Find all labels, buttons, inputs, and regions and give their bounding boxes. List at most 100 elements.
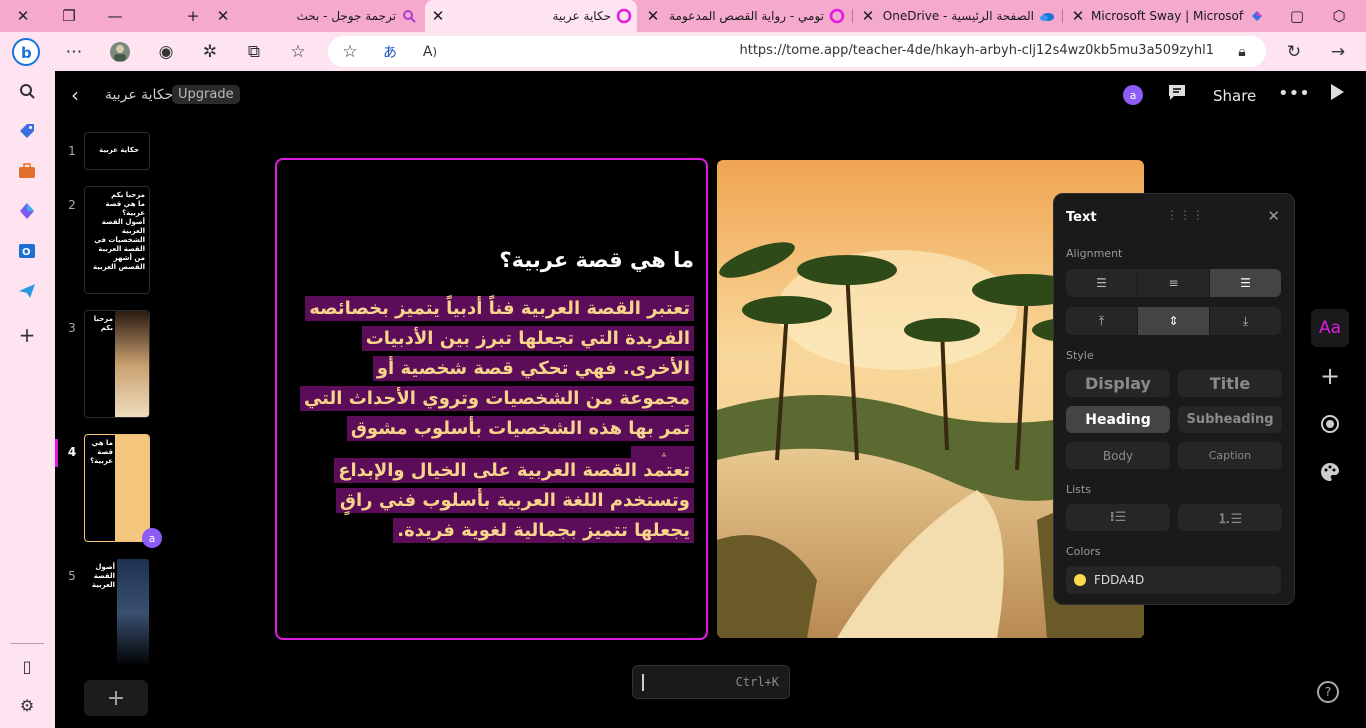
read-aloud-icon[interactable]: A) xyxy=(414,36,446,68)
style-title-button[interactable]: Title xyxy=(1178,370,1282,397)
minimize-window-icon[interactable]: — xyxy=(92,0,138,32)
style-body-button[interactable]: Body xyxy=(1066,442,1170,469)
settings-gear-icon[interactable]: ⚙ xyxy=(11,689,43,721)
sway-favicon-icon xyxy=(1244,8,1270,24)
forward-arrow-icon[interactable]: → xyxy=(1322,36,1354,68)
refresh-icon[interactable]: ↻ xyxy=(1278,36,1310,68)
tab-close-icon[interactable]: ✕ xyxy=(425,7,451,25)
text-style-tool-button[interactable]: Aa xyxy=(1311,309,1349,347)
search-favicon-icon xyxy=(396,9,422,23)
close-icon[interactable]: ✕ xyxy=(1267,207,1280,225)
help-icon[interactable]: ? xyxy=(1317,681,1339,703)
close-window-icon[interactable]: ✕ xyxy=(0,0,46,32)
align-middle-icon[interactable]: ⇕ xyxy=(1138,307,1210,335)
slide-thumbnail-3[interactable]: مرحبا بكم xyxy=(84,310,150,418)
profile-avatar-icon[interactable] xyxy=(104,36,136,68)
site-lock-icon[interactable]: 🔒︎ xyxy=(1226,36,1258,68)
thumbnail-text: أصول القصة العربية xyxy=(91,563,115,589)
style-display-button[interactable]: Display xyxy=(1066,370,1170,397)
more-menu-icon[interactable]: ••• xyxy=(1278,83,1310,104)
slide-number: 1 xyxy=(68,144,76,158)
avatar[interactable]: a xyxy=(1123,85,1143,105)
collections-icon[interactable]: ⧉ xyxy=(238,36,270,68)
align-top-icon[interactable]: ⤒ xyxy=(1066,307,1138,335)
send-icon[interactable] xyxy=(11,275,43,307)
share-button[interactable]: Share xyxy=(1213,87,1256,105)
tab-tome-storytelling[interactable]: ✕ تومي - رواية القصص المدعومة xyxy=(640,0,850,32)
browser-toolbar: b ⋯ ◉ ✲ ⧉ ☆ ☆ あ A) https://tome.app/teac… xyxy=(0,32,1366,71)
bullet-list-icon[interactable]: ⁝☰ xyxy=(1066,504,1170,531)
workspaces-icon[interactable]: ⬡ xyxy=(1316,0,1362,32)
back-chevron-icon[interactable]: ‹ xyxy=(71,83,79,107)
thumbnail-text: حكاية عربية xyxy=(99,146,139,154)
favorites-icon[interactable]: ☆ xyxy=(282,36,314,68)
tools-briefcase-icon[interactable] xyxy=(11,155,43,187)
extensions-icon[interactable]: ✲ xyxy=(194,36,226,68)
colors-label: Colors xyxy=(1066,545,1101,558)
play-presentation-icon[interactable] xyxy=(1329,83,1345,106)
style-caption-button[interactable]: Caption xyxy=(1178,442,1282,469)
alignment-label: Alignment xyxy=(1066,247,1123,260)
tab-separator xyxy=(1062,9,1063,23)
record-icon[interactable] xyxy=(1317,411,1343,437)
edge-feature-icon[interactable]: ◉ xyxy=(150,36,182,68)
slide-thumbnail-5[interactable]: أصول القصة العربية xyxy=(84,558,150,666)
copilot-icon[interactable] xyxy=(11,195,43,227)
address-bar[interactable]: ☆ あ A) https://tome.app/teacher-4de/hkay… xyxy=(328,36,1266,67)
tab-onedrive[interactable]: ✕ الصفحة الرئيسية - OneDrive xyxy=(855,0,1060,32)
tab-sway[interactable]: ✕ Microsoft Sway | Microsoft 365 xyxy=(1065,0,1270,32)
horizontal-alignment-control: ☰ ≡ ☰ xyxy=(1066,269,1281,297)
drag-handle-icon[interactable]: ⋮⋮⋮ xyxy=(1166,208,1205,222)
slide-number: 4 xyxy=(67,445,77,459)
restore-window-icon[interactable]: ❐ xyxy=(46,0,92,32)
align-right-icon[interactable]: ☰ xyxy=(1210,269,1281,297)
add-favorite-star-icon[interactable]: ☆ xyxy=(334,36,366,68)
doc-title[interactable]: حكاية عربية xyxy=(105,87,173,103)
tab-arabic-story[interactable]: ✕ حكاية عربية xyxy=(425,0,637,32)
more-options-icon[interactable]: ⋯ xyxy=(58,36,90,68)
text-caret xyxy=(642,674,644,691)
translate-page-icon[interactable]: あ xyxy=(374,36,406,68)
outlook-icon[interactable]: O xyxy=(11,235,43,267)
slide-heading[interactable]: ما هي قصة عربية؟ xyxy=(499,248,694,272)
add-tile-icon[interactable]: + xyxy=(1317,362,1343,390)
thumbnail-image xyxy=(115,435,149,541)
url-text[interactable]: https://tome.app/teacher-4de/hkayh-arbyh… xyxy=(740,43,1215,58)
browser-tab-strip: ✕ ❐ — + ✕ ترجمة جوجل - بحث ✕ حكاية عربية… xyxy=(0,0,1366,32)
shopping-tag-icon[interactable] xyxy=(11,115,43,147)
tab-actions-icon[interactable]: ▢ xyxy=(1274,0,1320,32)
slide-thumbnail-1[interactable]: حكاية عربية xyxy=(84,132,150,170)
color-swatch xyxy=(1074,574,1086,586)
bing-copilot-icon[interactable]: b xyxy=(10,36,42,68)
align-bottom-icon[interactable]: ⤓ xyxy=(1210,307,1281,335)
panel-title: Text xyxy=(1066,210,1097,225)
tab-close-icon[interactable]: ✕ xyxy=(855,7,881,25)
hide-sidebar-icon[interactable]: ▯ xyxy=(11,650,43,682)
align-left-icon[interactable]: ☰ xyxy=(1066,269,1138,297)
tab-google-translate[interactable]: ✕ ترجمة جوجل - بحث xyxy=(210,0,422,32)
slide-paragraph-2[interactable]: تعتمد القصة العربية على الخيال والإبداع … xyxy=(302,456,694,546)
collaborator-avatar: a xyxy=(142,528,162,548)
align-center-icon[interactable]: ≡ xyxy=(1138,269,1210,297)
search-icon[interactable] xyxy=(11,75,43,107)
text-format-panel: Text ⋮⋮⋮ ✕ Alignment ☰ ≡ ☰ ⤒ ⇕ ⤓ Style D… xyxy=(1053,193,1295,605)
style-subheading-button[interactable]: Subheading xyxy=(1178,406,1282,433)
slide-paragraph-1[interactable]: تعتبر القصة العربية فناً أدبياً يتميز بخ… xyxy=(299,294,694,474)
tab-close-icon[interactable]: ✕ xyxy=(1065,7,1091,25)
text-color-picker[interactable]: FDDA4D xyxy=(1066,566,1281,594)
theme-palette-icon[interactable] xyxy=(1317,459,1343,485)
slide-thumbnail-4[interactable]: ما هي قصة عربية؟ xyxy=(84,434,150,542)
slide-thumbnail-2[interactable]: مرحبا بكم ما هي قصة عربية؟ أصول القصة ال… xyxy=(84,186,150,294)
thumbnail-text: ما هي قصة عربية؟ xyxy=(90,439,113,465)
tab-close-icon[interactable]: ✕ xyxy=(640,7,666,25)
add-sidebar-app-icon[interactable]: + xyxy=(11,319,43,351)
numbered-list-icon[interactable]: ⒈☰ xyxy=(1178,504,1282,531)
comments-icon[interactable] xyxy=(1167,83,1187,106)
command-prompt-input[interactable]: Ctrl+K xyxy=(632,665,790,699)
style-heading-button[interactable]: Heading xyxy=(1066,406,1170,433)
color-hex-value: FDDA4D xyxy=(1094,573,1145,587)
add-slide-button[interactable]: + xyxy=(84,680,148,716)
slide-text-tile[interactable]: ما هي قصة عربية؟ تعتبر القصة العربية فنا… xyxy=(275,158,708,640)
upgrade-button[interactable]: Upgrade xyxy=(172,85,240,104)
tab-close-icon[interactable]: ✕ xyxy=(210,7,236,25)
